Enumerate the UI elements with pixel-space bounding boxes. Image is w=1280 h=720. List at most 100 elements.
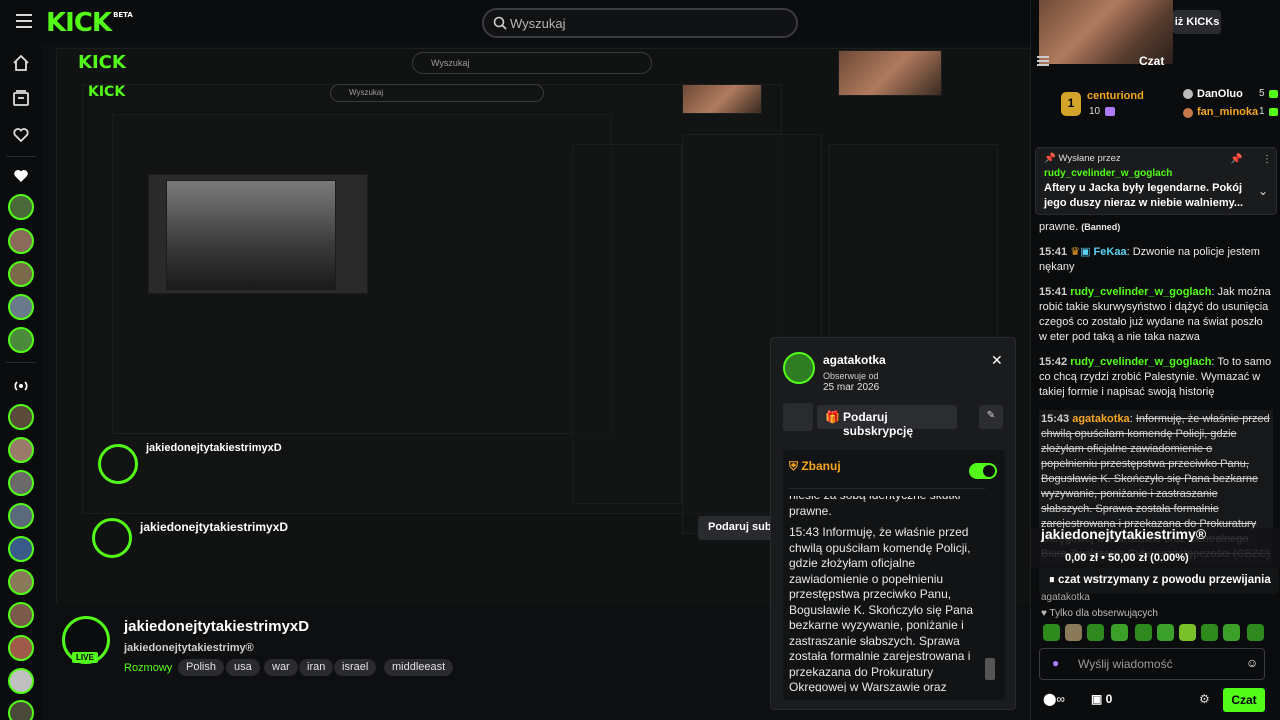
kicks-balance[interactable]: ▣ 0 [1091,692,1112,706]
live-signal-icon [14,381,28,391]
user-popup: agatakotka ✕ Obserwuje od 25 mar 2026 🎁 P… [770,337,1016,710]
close-icon[interactable]: ✕ [991,352,1003,369]
pinned-user[interactable]: rudy_cvelinder_w_goglach [1044,168,1172,179]
send-chat-button[interactable]: Czat [1223,688,1265,712]
pin-icon: 📌 [1044,153,1059,164]
gift-sub-label: Podaruj subskrypcję [843,410,914,438]
tag-war[interactable]: war [264,659,298,676]
chat-username[interactable]: FeKaa [1094,246,1127,258]
chat-username[interactable]: rudy_cvelinder_w_goglach [1070,286,1211,298]
nested-logo: KICK [88,84,126,100]
avatar[interactable] [8,569,34,595]
emote-icon[interactable] [1223,624,1240,641]
popup-username[interactable]: agatakotka [823,353,886,367]
gift-icon [1269,108,1278,116]
tag-israel[interactable]: israel [334,659,377,676]
nested-logo: KICK [78,52,126,73]
timestamp: 15:43 [1041,413,1070,425]
ban-message: 15:43 Informuję, że właśnie przed chwilą… [789,525,974,692]
following-icon[interactable] [12,126,30,144]
follows-since-label: Obserwuje od [823,371,879,381]
pin-icon[interactable]: 📌 [1230,154,1242,165]
pinned-message[interactable]: 📌 Wysłane przez 📌 ⋮ rudy_cvelinder_w_gog… [1035,147,1277,215]
emote-icon[interactable] [1201,624,1218,641]
ban-label-text: Zbanuj [801,459,841,473]
browse-icon[interactable] [12,89,30,107]
emote-icon[interactable] [1247,624,1264,641]
menu-icon[interactable] [16,14,32,28]
chat-username[interactable]: agatakotka [1072,413,1129,425]
ban-message-top: niesie za sobą identyczne skutki prawne. [789,496,960,518]
leader-name[interactable]: DanOluo [1197,88,1243,100]
settings-icon[interactable]: ⚙ [1199,692,1210,706]
search-input[interactable]: Wyszukaj [482,8,798,38]
avatar[interactable] [8,327,34,353]
heart-icon: ♥ [1041,608,1050,619]
tag-usa[interactable]: usa [226,659,260,676]
tag-polish[interactable]: Polish [178,659,224,676]
ban-toggle[interactable] [969,463,997,479]
scrollbar[interactable] [985,658,995,680]
leader-count: 5 [1259,88,1265,99]
emoji-icon[interactable]: ☺ [1246,656,1258,670]
home-icon[interactable] [12,54,30,72]
chat-message: prawne. (Banned) [1039,220,1273,235]
emote-icon[interactable] [1179,624,1196,641]
avatar[interactable] [8,536,34,562]
avatar[interactable] [8,194,34,220]
chevron-down-icon[interactable]: ⌄ [1258,184,1268,198]
avatar[interactable] [8,602,34,628]
gift-icon [1105,107,1115,116]
leader-name[interactable]: centuriond [1087,90,1144,102]
avatar[interactable] [8,700,34,720]
message-text: prawne. [1039,221,1079,233]
silver-badge-icon [1183,89,1193,99]
gift-sub-button[interactable]: 🎁 Podaruj subskrypcję [817,405,957,438]
avatar[interactable] [8,635,34,661]
tag-iran[interactable]: iran [299,659,334,676]
avatar[interactable] [8,470,34,496]
emote-icon[interactable] [1135,624,1152,641]
avatar[interactable] [8,228,34,254]
timestamp: 15:41 [1039,246,1068,258]
avatar[interactable] [8,437,34,463]
leader-name[interactable]: fan_minoka [1197,106,1258,118]
chat-paused-banner[interactable]: ⏸ czat wstrzymany z powodu przewijania [1039,568,1279,594]
avatar[interactable] [8,404,34,430]
nested-cam [838,50,942,96]
emote-icon[interactable] [1111,624,1128,641]
chat-panel: iż KICKs Czat 1 centuriond 10 DanOluo 5 … [1030,0,1280,720]
nested-channel-name: jakiedonejtytakiestrimyxD [140,520,289,534]
timestamp: 15:41 [1039,286,1068,298]
ban-message-history: niesie za sobą identyczne skutki prawne.… [789,496,985,692]
emote-icon[interactable] [1087,624,1104,641]
tag-middleeast[interactable]: middleeast [384,659,454,676]
shield-icon: ⛨ [789,459,802,473]
mute-icon[interactable]: ✎ [979,405,1003,429]
pinned-label: 📌 Wysłane przez [1044,153,1121,164]
emote-icon[interactable] [1043,624,1060,641]
chat-message-input[interactable]: ● Wyślij wiadomość ☺ [1039,648,1265,680]
more-icon[interactable]: ⋮ [1262,154,1272,165]
category-link[interactable]: Rozmowy [124,662,172,674]
chat-username[interactable]: rudy_cvelinder_w_goglach [1070,356,1211,368]
input-placeholder: Wyślij wiadomość [1078,657,1173,671]
avatar[interactable] [8,261,34,287]
kicks-button[interactable]: iż KICKs [1173,10,1221,34]
points-icon[interactable]: ⬤∞ [1043,692,1065,706]
emote-icon[interactable] [1157,624,1174,641]
nested-channel-name: jakiedonejtytakiestrimyxD [146,442,282,454]
emote-icon[interactable] [1065,624,1082,641]
channel-name[interactable]: jakiedonejtytakiestrimyxD [124,618,309,635]
chat-message: 15:41 ♛▣ FeKaa: Dzwonie na policje jeste… [1039,246,1260,273]
avatar[interactable] [8,668,34,694]
mic-icon[interactable]: ● [1052,656,1059,670]
avatar[interactable] [8,503,34,529]
collapse-icon[interactable] [1037,56,1049,66]
wallet-icon: ▣ [1091,692,1106,706]
banned-tag: (Banned) [1081,222,1121,232]
kick-logo[interactable]: KICK BETA [46,8,133,38]
divider [789,488,985,489]
overlay-channel: jakiedonejtytakiestrimy® [1041,526,1207,542]
avatar[interactable] [8,294,34,320]
